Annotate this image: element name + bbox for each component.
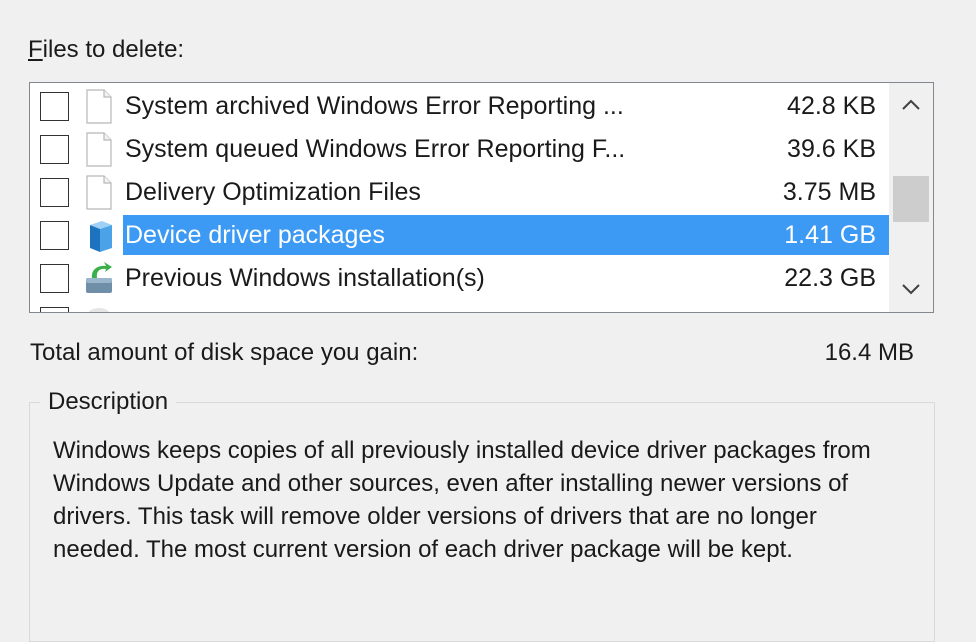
file-row-system-queued-wer[interactable]: System queued Windows Error Reporting F.…: [30, 128, 890, 171]
vertical-scrollbar[interactable]: [889, 83, 933, 312]
file-size: 22.3 GB: [784, 264, 876, 292]
file-name: System archived Windows Error Reporting …: [125, 92, 624, 120]
file-size: 1.41 GB: [784, 221, 876, 249]
file-row-delivery-optimization[interactable]: Delivery Optimization Files 3.75 MB: [30, 171, 890, 214]
file-name: Previous Windows installation(s): [125, 264, 485, 292]
files-to-delete-label: Files to delete:: [28, 36, 185, 63]
file-checkbox[interactable]: [40, 307, 69, 312]
file-checkbox[interactable]: [40, 135, 69, 164]
file-row-previous-windows-installations[interactable]: Previous Windows installation(s) 22.3 GB: [30, 257, 890, 300]
file-size: 3.75 MB: [782, 178, 876, 206]
file-checkbox[interactable]: [40, 178, 69, 207]
chevron-down-icon: [902, 284, 920, 295]
file-name: Device driver packages: [125, 221, 385, 249]
file-size: 42.8 KB: [787, 92, 876, 120]
file-name: System queued Windows Error Reporting F.…: [125, 135, 626, 163]
file-row-partial[interactable]: [30, 300, 890, 312]
document-icon: [88, 308, 110, 312]
file-size: 39.6 KB: [787, 135, 876, 163]
file-checkbox[interactable]: [40, 221, 69, 250]
description-title: Description: [40, 386, 177, 418]
scroll-up-button[interactable]: [889, 85, 933, 125]
description-text: Windows keeps copies of all previously i…: [53, 437, 871, 563]
document-icon: [86, 89, 112, 124]
chevron-up-icon: [902, 99, 920, 110]
file-checkbox[interactable]: [40, 264, 69, 293]
file-checkbox[interactable]: [40, 92, 69, 121]
scroll-thumb[interactable]: [893, 176, 929, 222]
files-list[interactable]: System archived Windows Error Reporting …: [29, 82, 934, 313]
total-space-label: Total amount of disk space you gain:: [30, 339, 419, 366]
windows-installation-icon: [86, 262, 112, 293]
file-row-system-archived-wer[interactable]: System archived Windows Error Reporting …: [30, 85, 890, 128]
file-row-device-driver-packages[interactable]: Device driver packages 1.41 GB: [30, 214, 890, 257]
document-icon: [86, 132, 112, 167]
total-space-value: 16.4 MB: [824, 339, 914, 366]
document-icon: [86, 175, 112, 210]
file-name: Delivery Optimization Files: [125, 178, 421, 206]
scroll-down-button[interactable]: [889, 269, 933, 309]
driver-package-icon: [90, 221, 112, 252]
